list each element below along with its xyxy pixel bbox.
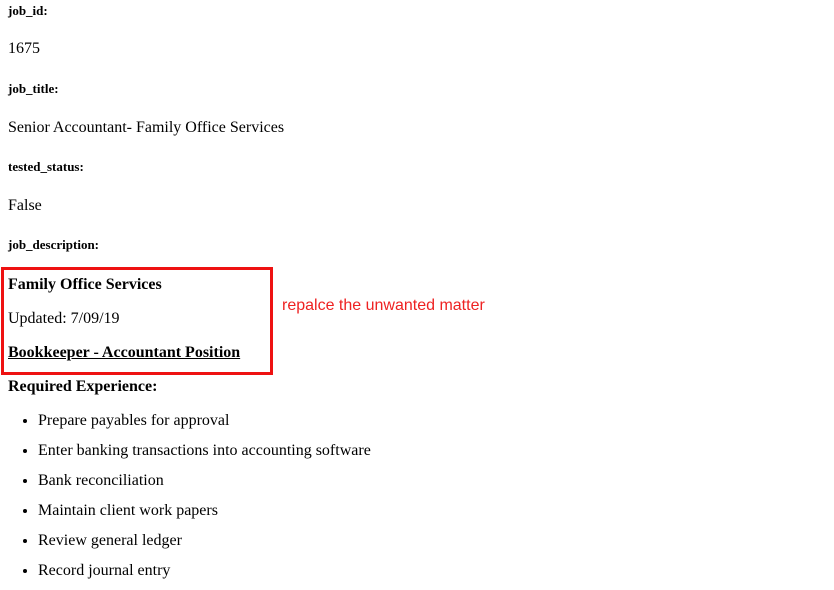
job-id-value: 1675	[8, 40, 40, 57]
updated-date: Updated: 7/09/19	[8, 310, 120, 327]
list-item: Prepare payables for approval	[38, 410, 371, 440]
list-item: Record journal entry	[38, 560, 371, 590]
list-item: Enter banking transactions into accounti…	[38, 440, 371, 470]
experience-list: Prepare payables for approval Enter bank…	[0, 410, 371, 590]
job-title-value: Senior Accountant- Family Office Service…	[8, 119, 285, 136]
job-description-label: job_description:	[8, 237, 99, 252]
required-experience-heading: Required Experience:	[8, 378, 158, 395]
tested-status-label: tested_status:	[8, 159, 84, 174]
job-title-label: job_title:	[8, 81, 59, 96]
list-item: Bank reconciliation	[38, 470, 371, 500]
position-heading: Bookkeeper - Accountant Position	[8, 344, 241, 361]
company-heading: Family Office Services	[8, 276, 162, 293]
annotation-note: repalce the unwanted matter	[282, 297, 485, 314]
job-id-label: job_id:	[8, 3, 48, 18]
list-item: Maintain client work papers	[38, 500, 371, 530]
list-item: Review general ledger	[38, 530, 371, 560]
tested-status-value: False	[8, 197, 42, 214]
